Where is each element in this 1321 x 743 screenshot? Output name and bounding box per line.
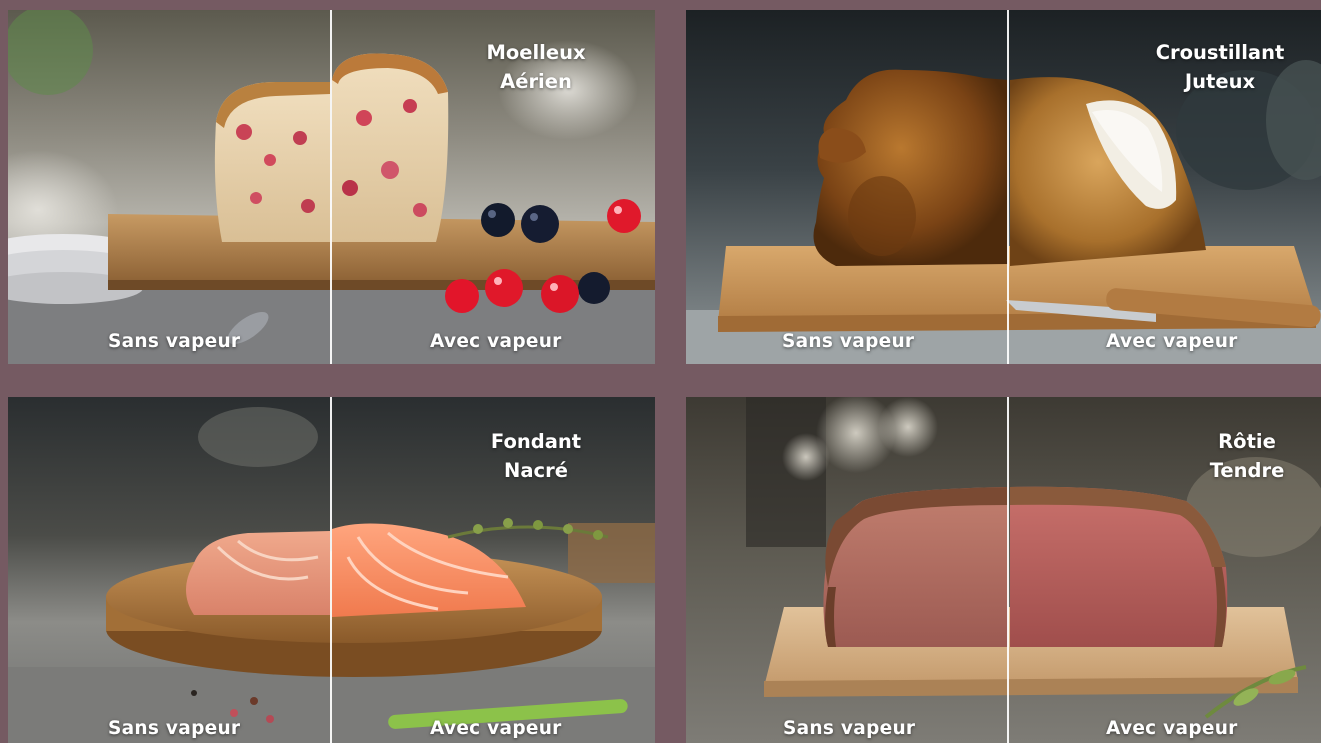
without-steam-label: Sans vapeur <box>108 718 241 739</box>
quality-1: Rôtie <box>1218 430 1276 453</box>
with-steam-label: Avec vapeur <box>430 718 562 739</box>
comparison-divider <box>330 10 332 364</box>
quality-2: Aérien <box>500 70 572 93</box>
without-steam-label: Sans vapeur <box>108 331 241 352</box>
with-steam-label: Avec vapeur <box>1106 718 1238 739</box>
quality-1: Moelleux <box>486 41 586 64</box>
steam-comparison-grid: Sans vapeur Avec vapeur Moelleux Aérien <box>0 0 1321 743</box>
tile-roast-beef: Sans vapeur Avec vapeur Rôtie Tendre <box>686 397 1321 743</box>
quality-labels: Rôtie Tendre <box>1186 427 1308 485</box>
quality-2: Tendre <box>1209 459 1285 482</box>
without-steam-label: Sans vapeur <box>783 718 916 739</box>
comparison-divider <box>1007 10 1009 364</box>
quality-labels: Fondant Nacré <box>464 427 608 485</box>
quality-labels: Croustillant Juteux <box>1120 38 1320 96</box>
tile-cake: Sans vapeur Avec vapeur Moelleux Aérien <box>8 10 655 364</box>
quality-1: Croustillant <box>1155 41 1285 64</box>
tile-salmon: Sans vapeur Avec vapeur Fondant Nacré <box>8 397 655 743</box>
with-steam-label: Avec vapeur <box>430 331 562 352</box>
comparison-divider <box>1007 397 1009 743</box>
comparison-divider <box>330 397 332 743</box>
quality-labels: Moelleux Aérien <box>464 38 608 96</box>
quality-1: Fondant <box>490 430 582 453</box>
without-steam-label: Sans vapeur <box>782 331 915 352</box>
tile-roast-chicken: Sans vapeur Avec vapeur Croustillant Jut… <box>686 10 1321 364</box>
quality-2: Juteux <box>1184 70 1256 93</box>
quality-2: Nacré <box>504 459 568 482</box>
with-steam-label: Avec vapeur <box>1106 331 1238 352</box>
